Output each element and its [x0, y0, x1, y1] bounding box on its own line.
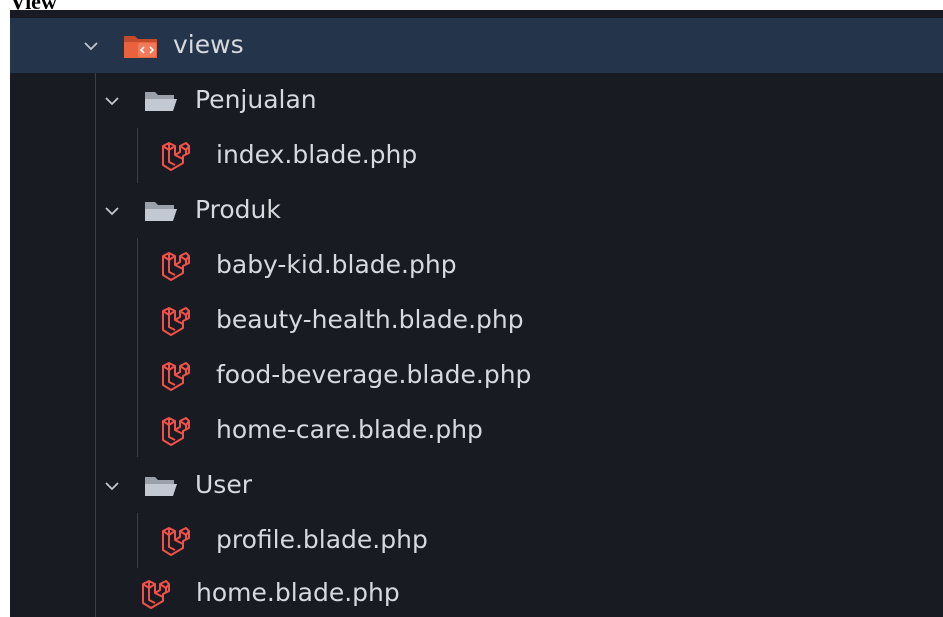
tree-item-label: index.blade.php	[216, 140, 418, 169]
tree-item-label: home.blade.php	[196, 578, 400, 607]
tree-item-produk[interactable]: Produk	[10, 183, 943, 238]
tree-item-label: Penjualan	[195, 85, 317, 114]
laravel-icon	[162, 142, 190, 171]
chevron-down-icon	[105, 207, 119, 216]
laravel-icon	[162, 527, 190, 556]
views-folder-icon	[124, 36, 157, 58]
tree-item-label: User	[195, 470, 252, 499]
tree-item-label: baby-kid.blade.php	[216, 250, 457, 279]
tree-item-label: beauty-health.blade.php	[216, 305, 524, 334]
laravel-icon	[162, 307, 190, 336]
tree-item-label: home-care.blade.php	[216, 415, 483, 444]
folder-open-icon	[145, 477, 177, 496]
chevron-down-icon	[105, 97, 119, 106]
tree-item-file[interactable]: home.blade.php	[10, 568, 943, 617]
laravel-icon	[162, 417, 190, 446]
tree-item-file[interactable]: food-beverage.blade.php	[10, 348, 943, 403]
tree-item-file[interactable]: home-care.blade.php	[10, 403, 943, 458]
tree-item-user[interactable]: User	[10, 458, 943, 513]
tree-item-file[interactable]: profile.blade.php	[10, 513, 943, 568]
tree-item-views[interactable]: views	[10, 18, 943, 73]
file-explorer: views Penjualan index.blade.php Produk b…	[10, 10, 943, 617]
folder-open-icon	[145, 202, 177, 221]
chevron-down-icon	[105, 482, 119, 491]
tree-item-label: food-beverage.blade.php	[216, 360, 532, 389]
folder-open-icon	[145, 92, 177, 111]
tree-item-file[interactable]: beauty-health.blade.php	[10, 293, 943, 348]
chevron-down-icon	[84, 42, 98, 51]
laravel-icon	[162, 252, 190, 281]
tree-item-file[interactable]: index.blade.php	[10, 128, 943, 183]
laravel-icon	[162, 362, 190, 391]
tree-item-label: views	[173, 30, 244, 59]
tree-item-penjualan[interactable]: Penjualan	[10, 73, 943, 128]
tree-item-label: Produk	[195, 195, 281, 224]
tree-item-label: profile.blade.php	[216, 525, 428, 554]
laravel-icon	[142, 580, 170, 609]
tree-item-file[interactable]: baby-kid.blade.php	[10, 238, 943, 293]
